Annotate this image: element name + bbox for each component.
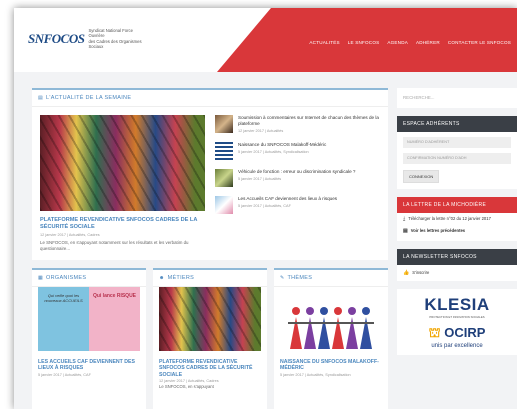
column-metiers: ☻ MÉTIERS PLATEFORME REVENDICATIVE SNFOCO… (153, 268, 267, 409)
thumbs-up-icon: 👍 (403, 269, 410, 276)
news-item[interactable]: Véhicule de fonction : erreur ou discrim… (215, 169, 380, 187)
category-columns: ▦ ORGANISMES Qui veille quoi les nouveaux… (32, 268, 388, 409)
site-logo[interactable]: SNFOCOS Syndicat National Force Ouvrière… (28, 28, 148, 50)
nav-contact[interactable]: CONTACTER LE SNFOCOS (448, 40, 511, 45)
newsletter-box: LA NEWSLETTER SNFOCOS 👍 S'inscrire (397, 248, 517, 282)
column-title: ☻ MÉTIERS (153, 270, 267, 287)
klesia-tagline: PROTECTION ET INNOVATION SOCIALES (429, 315, 485, 320)
news-item-meta: 12 janvier 2017 | Actualités (238, 128, 284, 133)
featured-image[interactable] (40, 115, 205, 211)
column-title: ✎ THÈMES (274, 270, 388, 287)
news-item[interactable]: Naissance du SNFOCOS Malakoff-Médéric 5 j… (215, 142, 380, 160)
column-image[interactable]: Qui veille quoi les nouveaux ACCUEILS Qu… (38, 287, 140, 351)
news-thumb[interactable] (215, 142, 233, 160)
ocirp-mark-icon: ⛫ (428, 325, 441, 341)
featured-article[interactable]: PLATEFORME REVENDICATIVE SNFOCOS CADRES … (40, 115, 205, 252)
search-input[interactable]: RECHERCHE... (397, 88, 517, 108)
nav-actualites[interactable]: ACTUALITÉS (309, 40, 339, 45)
column-image[interactable] (280, 287, 382, 351)
letter-download-text[interactable]: Télécharger la lettre n°02 du 12 janvier… (408, 216, 491, 221)
letter-box-title: LA LETTRE DE LA MICHODIÈRE (397, 197, 517, 213)
column-title-text: ORGANISMES (46, 275, 87, 281)
ocirp-text: OCIRP (444, 325, 486, 341)
news-item-title[interactable]: Soumission à commentaires sur Internet d… (238, 115, 380, 127)
column-article-title[interactable]: NAISSANCE DU SNFOCOS MALAKOFF-MÉDÉRIC (274, 351, 388, 372)
featured-excerpt: Le SNFOCOS, en s'appuyant notamment sur … (40, 240, 189, 251)
news-item-meta: 5 janvier 2017 | Actualités (238, 176, 282, 181)
nav-le-snfocos[interactable]: LE SNFOCOS (348, 40, 380, 45)
news-feature: PLATEFORME REVENDICATIVE SNFOCOS CADRES … (32, 107, 388, 260)
news-item-title[interactable]: Les Accueils CAF deviennent des lieux à … (238, 196, 337, 202)
column-article-meta: 5 janvier 2017 | Actualités, Syndicalisa… (280, 372, 351, 377)
download-icon: ⤓ (403, 216, 406, 222)
logo-line-2: des Cadres des Organismes Sociaux (88, 38, 142, 50)
column-article-excerpt: Le SNFOCOS, en s'appuyant (159, 384, 214, 390)
column-image[interactable] (159, 287, 261, 351)
logo-text: Syndicat National Force Ouvrière des Cad… (88, 28, 148, 50)
ocirp-logo[interactable]: ⛫ OCIRP (397, 325, 517, 343)
ocirp-tagline: unis par excellence (431, 343, 483, 350)
letter-previous-link[interactable]: ▤ Voir les lettres précédentes (397, 225, 517, 240)
people-chain-illustration (288, 307, 374, 349)
letter-box: LA LETTRE DE LA MICHODIÈRE ⤓ Télécharger … (397, 197, 517, 241)
member-number-field[interactable]: NUMÉRO D'ADHÉRENT (403, 137, 511, 148)
sidebar: RECHERCHE... ESPACE ADHÉRENTS NUMÉRO D'A… (397, 88, 517, 356)
news-list: Soumission à commentaires sur Internet d… (205, 115, 380, 252)
site-header: SNFOCOS Syndicat National Force Ouvrière… (14, 8, 517, 72)
main-content: ▤ L'ACTUALITÉ DE LA SEMAINE PLATEFORME RE… (32, 88, 388, 409)
column-article-meta: 5 janvier 2017 | Actualités, CAF (38, 372, 91, 377)
main-nav: ACTUALITÉS LE SNFOCOS AGENDA ADHÉRER CON… (309, 40, 511, 45)
news-thumb[interactable] (215, 196, 233, 214)
nav-agenda[interactable]: AGENDA (387, 40, 408, 45)
poster-right: Qui lance RISQUE (89, 287, 140, 351)
tag-icon: ✎ (280, 275, 285, 281)
page: SNFOCOS Syndicat National Force Ouvrière… (14, 8, 517, 409)
klesia-logo[interactable]: KLESIA (397, 295, 517, 315)
column-themes: ✎ THÈMES NAISSANCE DU SNFOCOS MALAKOFF-M… (274, 268, 388, 409)
featured-meta: 12 janvier 2017 | Actualités, Cadres (40, 233, 100, 237)
column-article-title[interactable]: PLATEFORME REVENDICATIVE SNFOCOS CADRES … (153, 351, 267, 378)
featured-title[interactable]: PLATEFORME REVENDICATIVE SNFOCOS CADRES … (40, 217, 205, 231)
letter-previous-text[interactable]: Voir les lettres précédentes (411, 228, 465, 233)
newsletter-box-title: LA NEWSLETTER SNFOCOS (397, 248, 517, 265)
news-thumb[interactable] (215, 169, 233, 187)
column-title-text: MÉTIERS (167, 275, 195, 281)
column-organismes: ▦ ORGANISMES Qui veille quoi les nouveaux… (32, 268, 146, 409)
member-confirm-field[interactable]: CONFIRMATION NUMÉRO D'ADH (403, 153, 511, 164)
news-item[interactable]: Soumission à commentaires sur Internet d… (215, 115, 380, 133)
list-icon: ▤ (403, 228, 408, 235)
nav-adherer[interactable]: ADHÉRER (416, 40, 440, 45)
news-panel: ▤ L'ACTUALITÉ DE LA SEMAINE PLATEFORME RE… (32, 88, 388, 260)
news-panel-title: ▤ L'ACTUALITÉ DE LA SEMAINE (32, 90, 388, 107)
letter-download-link[interactable]: ⤓ Télécharger la lettre n°02 du 12 janvie… (397, 213, 517, 225)
subscribe-text[interactable]: S'inscrire (412, 270, 429, 275)
news-item-title[interactable]: Véhicule de fonction : erreur ou discrim… (238, 169, 355, 175)
member-box: ESPACE ADHÉRENTS NUMÉRO D'ADHÉRENT CONFI… (397, 116, 517, 189)
subscribe-link[interactable]: 👍 S'inscrire (397, 265, 517, 281)
people-icon: ☻ (159, 275, 165, 281)
logo-mark: SNFOCOS (28, 30, 85, 46)
news-item-title[interactable]: Naissance du SNFOCOS Malakoff-Médéric (238, 142, 326, 148)
column-article-title[interactable]: LES ACCUEILS CAF DEVIENNENT DES LIEUX À … (32, 351, 146, 372)
news-item-meta: 5 janvier 2017 | Actualités, Syndicalisa… (238, 149, 309, 154)
column-title: ▦ ORGANISMES (32, 270, 146, 287)
column-title-text: THÈMES (287, 275, 313, 281)
news-item[interactable]: Les Accueils CAF deviennent des lieux à … (215, 196, 380, 214)
news-thumb[interactable] (215, 115, 233, 133)
member-box-title: ESPACE ADHÉRENTS (397, 116, 517, 132)
partner-logos: KLESIA PROTECTION ET INNOVATION SOCIALES… (397, 289, 517, 356)
news-title-text: L'ACTUALITÉ DE LA SEMAINE (46, 95, 132, 101)
news-icon: ▤ (38, 95, 44, 101)
login-button[interactable]: CONNEXION (403, 170, 440, 183)
logo-line-1: Syndicat National Force Ouvrière (88, 28, 133, 39)
news-item-meta: 5 janvier 2017 | Actualités, CAF (238, 203, 291, 208)
poster-left: Qui veille quoi les nouveaux ACCUEILS (38, 287, 89, 351)
building-icon: ▦ (38, 275, 44, 281)
